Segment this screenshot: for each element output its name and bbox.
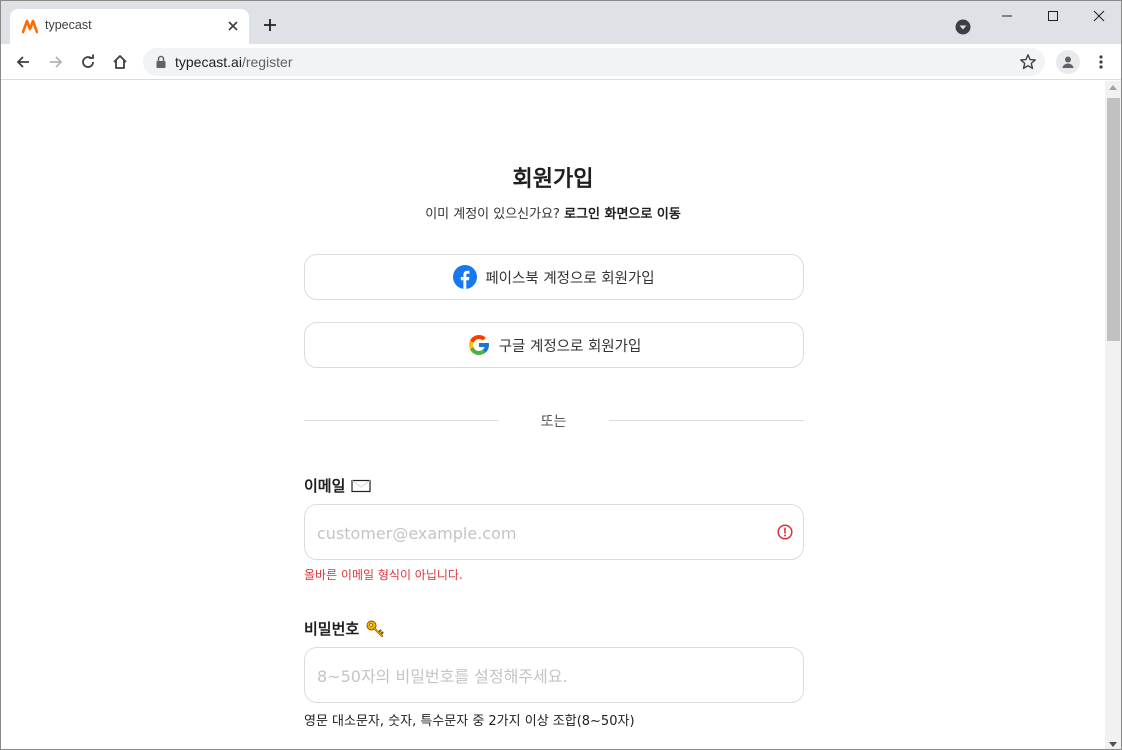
email-field[interactable] [304,504,804,560]
email-label: 이메일 [304,475,372,496]
browser-window: typecast typecast.ai/register 회원가입 이미 계정… [0,0,1122,750]
google-signup-label: 구글 계정으로 회원가입 [498,338,642,355]
email-error-message: 올바른 이메일 형식이 아닙니다. [304,568,463,582]
password-label: 비밀번호 [304,618,385,639]
forward-arrow-icon [50,56,63,68]
window-close-icon [1093,10,1105,22]
page-title: 회원가입 [512,167,594,192]
url-path: /register [241,54,293,70]
scroll-up-arrow[interactable] [1109,85,1117,90]
tab-strip: typecast [1,1,1121,44]
page-content: 회원가입 이미 계정이 있으신가요? 로그인 화면으로 이동 페이스북 계정으로… [1,81,1105,749]
profile-icon [1062,56,1074,68]
facebook-signup-label: 페이스북 계정으로 회원가입 [485,270,655,287]
profile-button[interactable] [1056,50,1080,74]
login-prompt: 이미 계정이 있으신가요? 로그인 화면으로 이동 [1,203,1105,222]
password-label-text: 비밀번호 [304,620,360,638]
divider-line-right [609,420,804,421]
more-vert-icon [1099,55,1103,69]
menu-button[interactable] [1089,50,1113,74]
email-input[interactable] [317,521,757,545]
url-host: typecast.ai [175,54,242,70]
email-label-text: 이메일 [304,477,346,495]
divider-line-left [304,420,498,421]
envelope-icon [351,479,372,493]
facebook-icon [453,265,478,289]
scroll-down-arrow[interactable] [1109,742,1117,747]
minimize-icon [1002,15,1012,17]
forward-button[interactable] [44,50,68,74]
address-bar[interactable]: typecast.ai/register [143,48,1045,76]
password-hint: 영문 대소문자, 숫자, 특수문자 중 2가지 이상 조합(8~50자) [304,714,635,729]
reload-button[interactable] [76,50,100,74]
maximize-button[interactable] [1030,1,1076,31]
browser-toolbar: typecast.ai/register [1,44,1121,80]
url-text: typecast.ai/register [175,54,293,70]
home-icon [113,55,127,69]
scroll-thumb[interactable] [1107,98,1120,341]
password-input[interactable] [317,664,757,688]
typecast-logo-icon [22,19,38,34]
close-icon[interactable] [225,18,241,34]
plus-icon[interactable] [262,17,278,33]
browser-tab[interactable]: typecast [10,9,249,44]
google-signup-button[interactable]: 구글 계정으로 회원가입 [304,322,804,368]
divider-text: 또는 [540,414,567,430]
google-icon [468,335,489,355]
scrollbar[interactable] [1105,81,1121,749]
error-icon [777,524,793,540]
login-prompt-text: 이미 계정이 있으신가요? [425,207,565,222]
back-button[interactable] [11,50,35,74]
password-field[interactable] [304,647,804,703]
back-arrow-icon [16,56,29,68]
key-icon [365,619,385,639]
star-icon[interactable] [1019,53,1037,71]
minimize-button[interactable] [984,1,1030,31]
home-button[interactable] [108,50,132,74]
facebook-signup-button[interactable]: 페이스북 계정으로 회원가입 [304,254,804,300]
window-close-button[interactable] [1076,1,1121,31]
reload-icon [82,54,94,68]
login-link[interactable]: 로그인 화면으로 이동 [564,207,681,222]
chevron-down-icon[interactable] [955,19,971,35]
lock-icon [156,55,166,68]
maximize-icon [1048,11,1058,21]
tab-title: typecast [45,18,92,32]
